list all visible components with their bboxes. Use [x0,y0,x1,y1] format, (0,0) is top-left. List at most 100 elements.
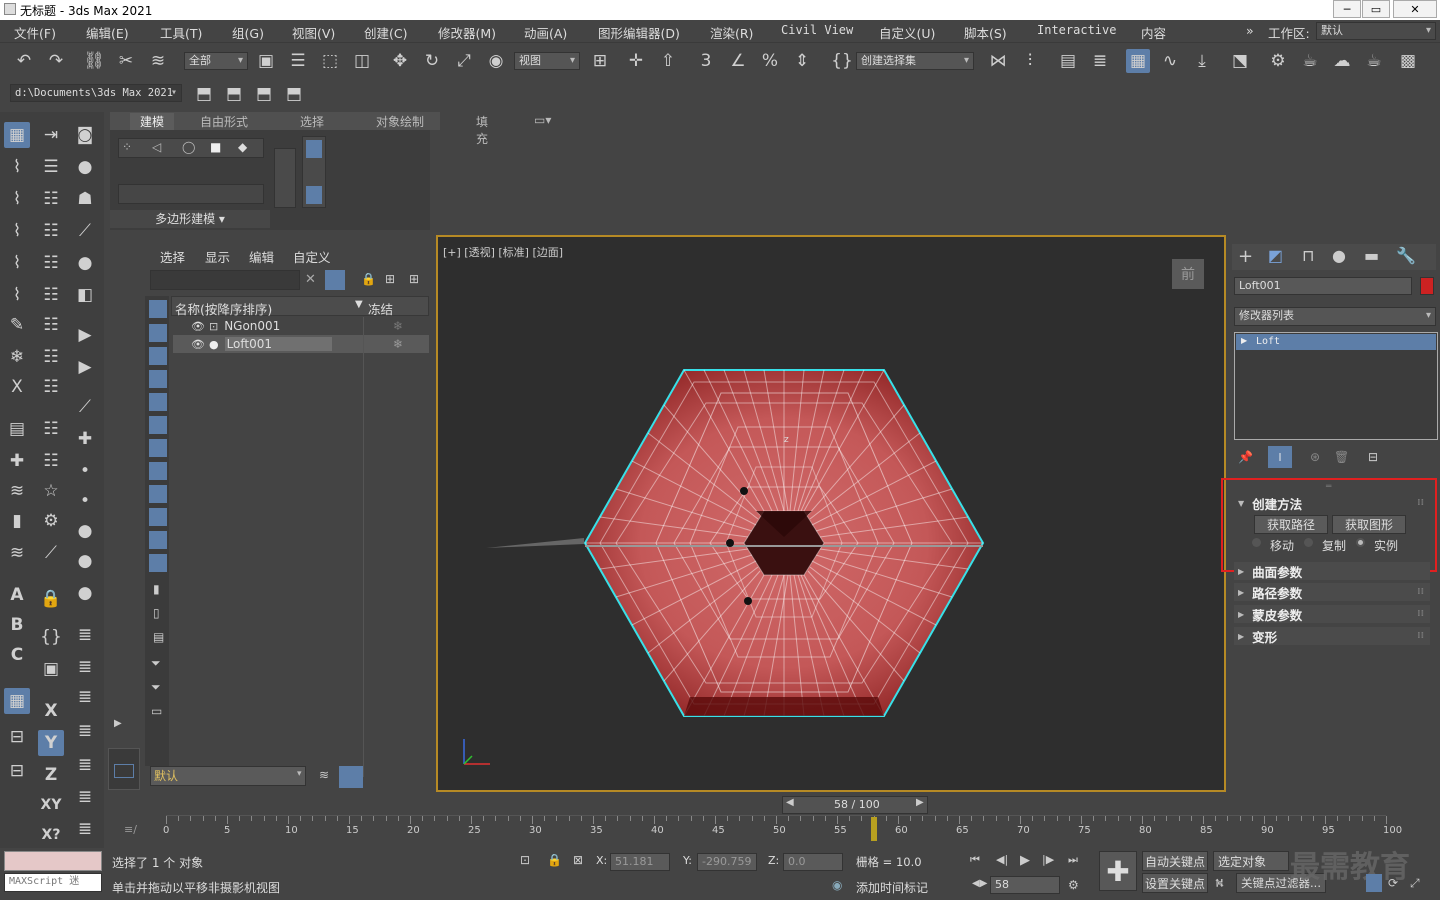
hierarchy-tab-icon[interactable]: ⊓ [1302,246,1314,265]
current-frame-field[interactable]: 58 [990,876,1060,894]
layer-stack-7-icon[interactable]: ≣ [72,816,98,842]
layer-stack-4-icon[interactable]: ≣ [72,718,98,744]
named-selection-dropdown[interactable]: 创建选择集 [856,52,974,70]
modify-tab-icon[interactable]: ◩ [1268,246,1283,265]
play-animation-icon[interactable]: ▶ [1020,853,1030,868]
open-project-icon[interactable]: ⬒ [252,82,276,106]
container-filter-icon[interactable] [149,508,167,526]
sphere-icon[interactable]: ● [72,250,98,276]
select-manipulate-icon[interactable]: ✛ [624,49,648,73]
project-folder-icon[interactable]: ⬒ [192,82,216,106]
tab-modeling[interactable]: 建模 [130,113,175,130]
funnel-icon[interactable]: ⏷ [151,656,161,671]
layer-tool-3-icon[interactable]: ☷ [38,282,64,308]
lock-selection-icon[interactable]: 🔒 [361,272,376,286]
unlink-icon[interactable]: ✂ [114,49,138,73]
layer-tool-6-icon[interactable]: ☷ [38,374,64,400]
x-coordinate-field[interactable]: 51.181 [610,853,670,871]
text-b-icon[interactable]: B [4,612,30,638]
layers-icon[interactable]: ≋ [4,478,30,504]
folder-icon[interactable]: ▭ [151,704,162,718]
expand-arrow-icon[interactable]: ▶ [114,718,122,729]
stack-item-loft[interactable]: Loft [1236,334,1436,350]
spacewarp-filter-icon[interactable] [149,416,167,434]
display-invert-icon[interactable]: ▤ [153,630,164,644]
undo-icon[interactable]: ↶ [12,49,36,73]
tab-object-paint[interactable]: 对象绘制 [376,113,424,130]
layer-stack-icon[interactable]: ≣ [72,622,98,648]
maxscript-mini-input[interactable]: MAXScript 迷 [4,873,102,892]
menu-content[interactable]: 内容 [1141,23,1166,42]
window-crossing-icon[interactable]: ◫ [350,49,374,73]
expand-icon[interactable]: ▶ [1241,336,1247,345]
tool-active-2-icon[interactable] [306,186,322,204]
object-color-swatch[interactable] [1420,277,1434,295]
maximize-viewport-icon[interactable]: ⤢ [1410,876,1420,891]
modifier-list-dropdown[interactable]: 修改器列表 [1234,307,1436,326]
se-search-input[interactable] [150,270,300,290]
spinner-snap-icon[interactable]: ⇕ [790,49,814,73]
material-editor-icon[interactable]: ⚙ [1266,49,1290,73]
snaps-toggle-icon[interactable]: 3 [694,49,718,73]
layer-tool-2-icon[interactable]: ☷ [38,250,64,276]
next-key-icon[interactable]: |▶ [1042,853,1054,866]
motion-tab-icon[interactable]: ● [1332,246,1346,265]
select-object-icon[interactable]: ▣ [254,49,278,73]
select-mode-icon[interactable]: ▦ [4,122,30,148]
configure-sets-icon[interactable]: ⊟ [1368,450,1378,464]
tool-4-icon[interactable]: ⌇ [4,218,30,244]
frozen-filter-icon[interactable] [149,531,167,549]
sphere-2-icon[interactable]: ● [72,518,98,544]
current-frame-marker[interactable] [870,817,877,841]
layer-add-icon[interactable]: ☰ [38,154,64,180]
menu-edit[interactable]: 编辑(E) [86,23,129,42]
layer-dropdown-arrow-icon[interactable]: ▾ [297,769,302,779]
dope-sheet-icon[interactable]: ⤓ [1190,49,1214,73]
scale-icon[interactable]: ⤢ [452,49,476,73]
radio-copy[interactable] [1304,538,1313,547]
se-row-loft001[interactable]: 👁 ● Loft001 ❄ [173,335,429,353]
show-end-result-icon[interactable]: ⏽ [1268,446,1292,468]
layer-tool-4-icon[interactable]: ☷ [38,312,64,338]
tool-active-icon[interactable] [306,140,322,158]
se-menu-customize[interactable]: 自定义 [293,247,331,266]
close-button[interactable]: ✕ [1393,0,1437,18]
selection-filter-dropdown[interactable]: 全部 [184,52,248,70]
pivot-center-icon[interactable]: ⊞ [588,49,612,73]
col-name-header[interactable]: 名称(按降序排序) [175,299,272,318]
paint-select-icon[interactable]: ⌇ [4,186,30,212]
layer-stack-5-icon[interactable]: ≣ [72,752,98,778]
mirror-icon[interactable]: ⋈ [986,49,1010,73]
absolute-mode-icon[interactable]: ⊠ [573,853,583,867]
angle-snap-icon[interactable]: ∠ [726,49,750,73]
project-path-dropdown[interactable]: d:\Documents\3ds Max 2021 [10,84,182,102]
freeze-icon[interactable]: ❄ [393,337,403,351]
set-key-big-icon[interactable]: ✚ [1099,851,1137,891]
se-row-ngon001[interactable]: 👁 ⊡ NGon001 ❄ [173,317,429,335]
bone-filter-icon[interactable] [149,485,167,503]
border-icon[interactable]: ◯ [182,140,195,154]
vertex-icon[interactable]: ⁘ [122,140,132,154]
minimize-button[interactable]: ─ [1333,0,1361,18]
geometry-filter-icon[interactable] [149,300,167,318]
play-2-icon[interactable]: ▶ [72,354,98,380]
pin-stack-icon[interactable]: 📌 [1238,450,1253,464]
text-c-icon[interactable]: C [4,642,30,668]
radio-instance[interactable] [1356,538,1365,547]
import-icon[interactable]: ⇥ [38,122,64,148]
layer-tool-8-icon[interactable]: ☷ [38,448,64,474]
sort-arrow-icon[interactable]: ▼ [355,299,363,310]
place-icon[interactable]: ◉ [484,49,508,73]
auto-key-button[interactable]: 自动关键点 [1142,851,1208,871]
z-coordinate-field[interactable]: 0.0 [783,853,843,871]
move-icon[interactable]: ✥ [388,49,412,73]
rollout-deformation[interactable]: ▶ 变形 ⁞⁞ [1234,627,1430,645]
ref-coord-dropdown[interactable]: 视图 [514,52,580,70]
key-mode-icon[interactable]: ◀▶ [972,878,987,889]
menu-tools[interactable]: 工具(T) [160,23,202,42]
select-tool-icon[interactable]: ▮ [4,508,30,534]
radio-move[interactable] [1252,538,1261,547]
hierarchy-icon[interactable]: ⊞ [385,272,395,286]
play-icon[interactable]: ▶ [72,322,98,348]
axis-x-icon[interactable]: X [38,698,64,724]
